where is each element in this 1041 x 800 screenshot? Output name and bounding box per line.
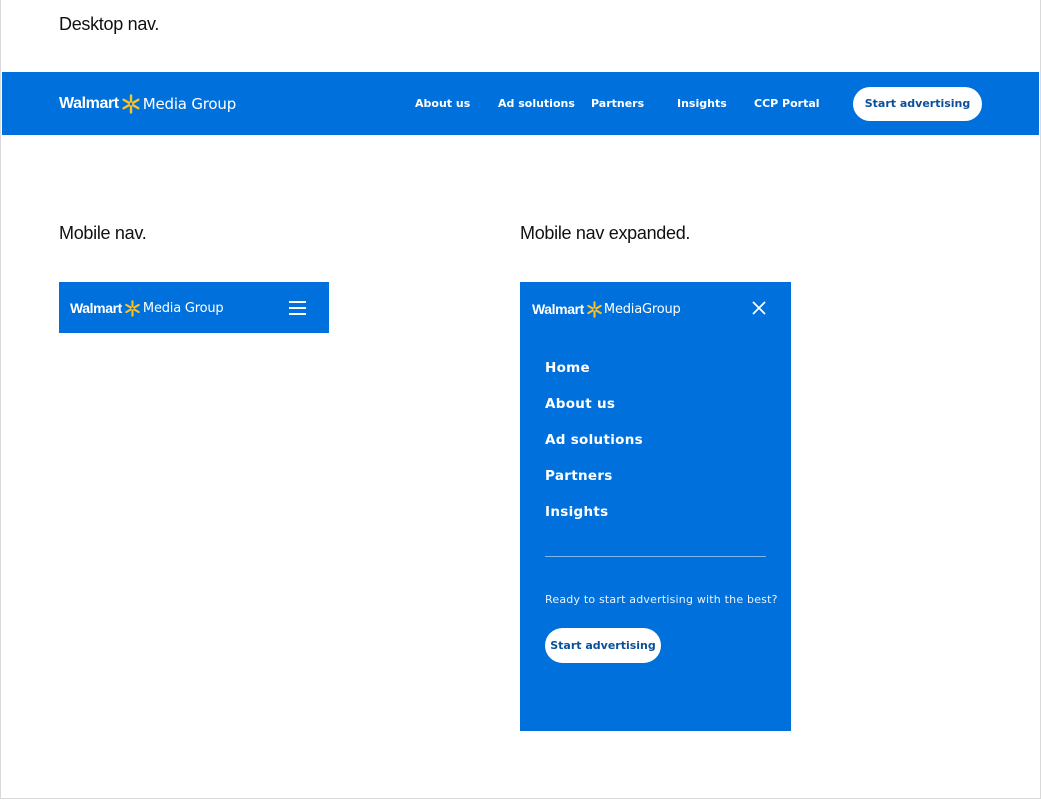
logo-walmart-text: Walmart — [532, 301, 584, 317]
logo-media-group-text: Media Group — [142, 300, 224, 316]
mobile-nav-expanded-label: Mobile nav expanded. — [520, 223, 691, 243]
nav-link-ad-solutions[interactable]: Ad solutions — [498, 97, 575, 110]
nav-link-ccp-portal[interactable]: CCP Portal — [754, 97, 820, 110]
logo-media-group-text: MediaGroup — [603, 301, 681, 317]
desktop-nav-label: Desktop nav. — [59, 14, 160, 34]
nav-link-about-us[interactable]: About us — [415, 97, 470, 110]
mobile-nav: Walmart Media Group — [59, 282, 329, 333]
logo-media-group-text: Media Group — [142, 95, 237, 113]
mobile-menu: Home About us Ad solutions Partners Insi… — [545, 358, 643, 538]
mobile-menu-item-about-us[interactable]: About us — [545, 394, 643, 430]
walmart-spark-icon — [122, 94, 140, 114]
mobile-menu-item-partners[interactable]: Partners — [545, 466, 643, 502]
start-advertising-button[interactable]: Start advertising — [545, 628, 661, 663]
mobile-nav-expanded: Walmart MediaGroup Home About us Ad solu… — [520, 282, 791, 731]
close-icon[interactable] — [752, 301, 766, 315]
hamburger-menu-icon[interactable] — [289, 301, 306, 315]
start-advertising-button[interactable]: Start advertising — [853, 87, 982, 121]
nav-link-partners[interactable]: Partners — [591, 97, 644, 110]
menu-divider — [545, 556, 766, 557]
nav-link-insights[interactable]: Insights — [677, 97, 727, 110]
mobile-menu-item-ad-solutions[interactable]: Ad solutions — [545, 430, 643, 466]
brand-logo[interactable]: Walmart Media Group — [70, 299, 224, 317]
mobile-nav-label: Mobile nav. — [59, 223, 147, 243]
walmart-spark-icon — [587, 300, 602, 318]
mobile-menu-item-insights[interactable]: Insights — [545, 502, 643, 538]
logo-walmart-text: Walmart — [70, 300, 122, 316]
desktop-nav: Walmart Media Group About us Ad solution… — [2, 72, 1039, 135]
mobile-menu-item-home[interactable]: Home — [545, 358, 643, 394]
brand-logo[interactable]: Walmart Media Group — [59, 94, 236, 114]
logo-walmart-text: Walmart — [59, 95, 119, 112]
walmart-spark-icon — [125, 299, 140, 317]
brand-logo[interactable]: Walmart MediaGroup — [532, 300, 681, 318]
cta-prompt-text: Ready to start advertising with the best… — [545, 593, 778, 606]
